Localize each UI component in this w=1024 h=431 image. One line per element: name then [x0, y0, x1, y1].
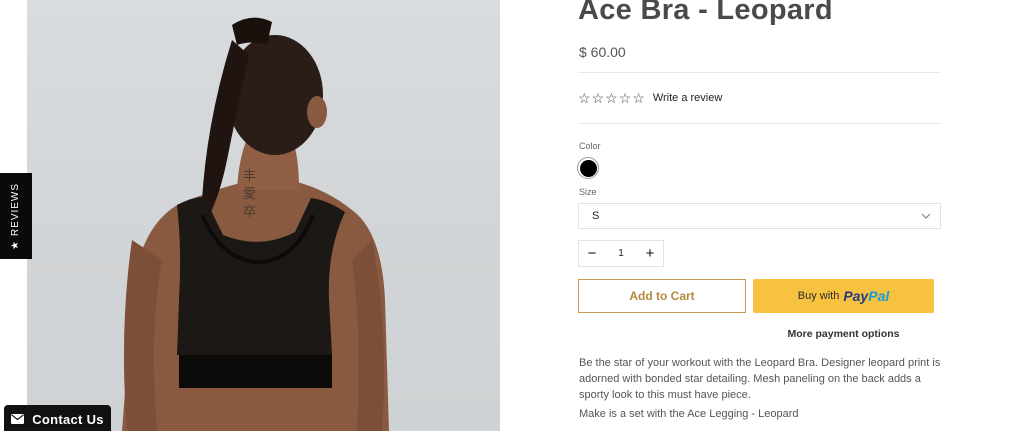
- contact-us-button[interactable]: Contact Us: [4, 405, 111, 431]
- divider: [578, 72, 941, 73]
- size-label: Size: [579, 187, 597, 197]
- size-selected-value: S: [592, 210, 600, 222]
- product-price: $ 60.00: [579, 44, 626, 60]
- rating-stars[interactable]: ☆ ☆ ☆ ☆ ☆: [578, 91, 645, 105]
- plus-icon[interactable]: +: [643, 245, 657, 262]
- paypal-logo-pay: Pay: [843, 288, 869, 304]
- product-image[interactable]: 丰 愛 卒: [27, 0, 500, 431]
- svg-text:丰: 丰: [243, 169, 256, 184]
- color-label: Color: [579, 141, 601, 151]
- quantity-value[interactable]: 1: [618, 248, 624, 259]
- divider: [578, 123, 941, 124]
- product-title: Ace Bra - Leopard: [578, 0, 833, 26]
- reviews-side-tab[interactable]: ★ REVIEWS: [0, 173, 32, 259]
- product-description: Be the star of your workout with the Leo…: [579, 357, 941, 401]
- paypal-logo: PayPal: [843, 288, 889, 304]
- star-icon: ☆: [591, 90, 605, 106]
- color-swatch-black[interactable]: [577, 157, 599, 179]
- paypal-button[interactable]: Buy with PayPal: [753, 279, 934, 313]
- set-note: Make is a set with the Ace Legging - Leo…: [579, 408, 799, 420]
- write-review-link[interactable]: Write a review: [653, 92, 722, 104]
- model-photo: 丰 愛 卒: [122, 17, 389, 431]
- rating-row: ☆ ☆ ☆ ☆ ☆ Write a review: [578, 91, 722, 105]
- star-icon: ☆: [632, 90, 645, 106]
- color-swatch-fill: [579, 159, 597, 177]
- svg-text:卒: 卒: [243, 205, 256, 220]
- contact-us-label: Contact Us: [32, 411, 104, 427]
- buy-with-label: Buy with: [797, 290, 840, 302]
- chevron-down-icon: [921, 213, 931, 219]
- minus-icon[interactable]: −: [585, 245, 599, 262]
- star-icon: ★: [10, 239, 22, 250]
- svg-text:愛: 愛: [243, 187, 256, 202]
- reviews-tab-label: REVIEWS: [10, 182, 22, 236]
- paypal-logo-pal: Pal: [868, 288, 890, 304]
- star-icon: ☆: [618, 90, 632, 106]
- star-icon: ☆: [578, 90, 591, 106]
- add-to-cart-button[interactable]: Add to Cart: [578, 279, 746, 313]
- more-payment-options-link[interactable]: More payment options: [753, 328, 934, 340]
- star-icon: ☆: [605, 90, 618, 106]
- size-select[interactable]: S: [578, 203, 941, 229]
- quantity-stepper: − 1 +: [578, 240, 664, 267]
- envelope-icon: [11, 414, 25, 424]
